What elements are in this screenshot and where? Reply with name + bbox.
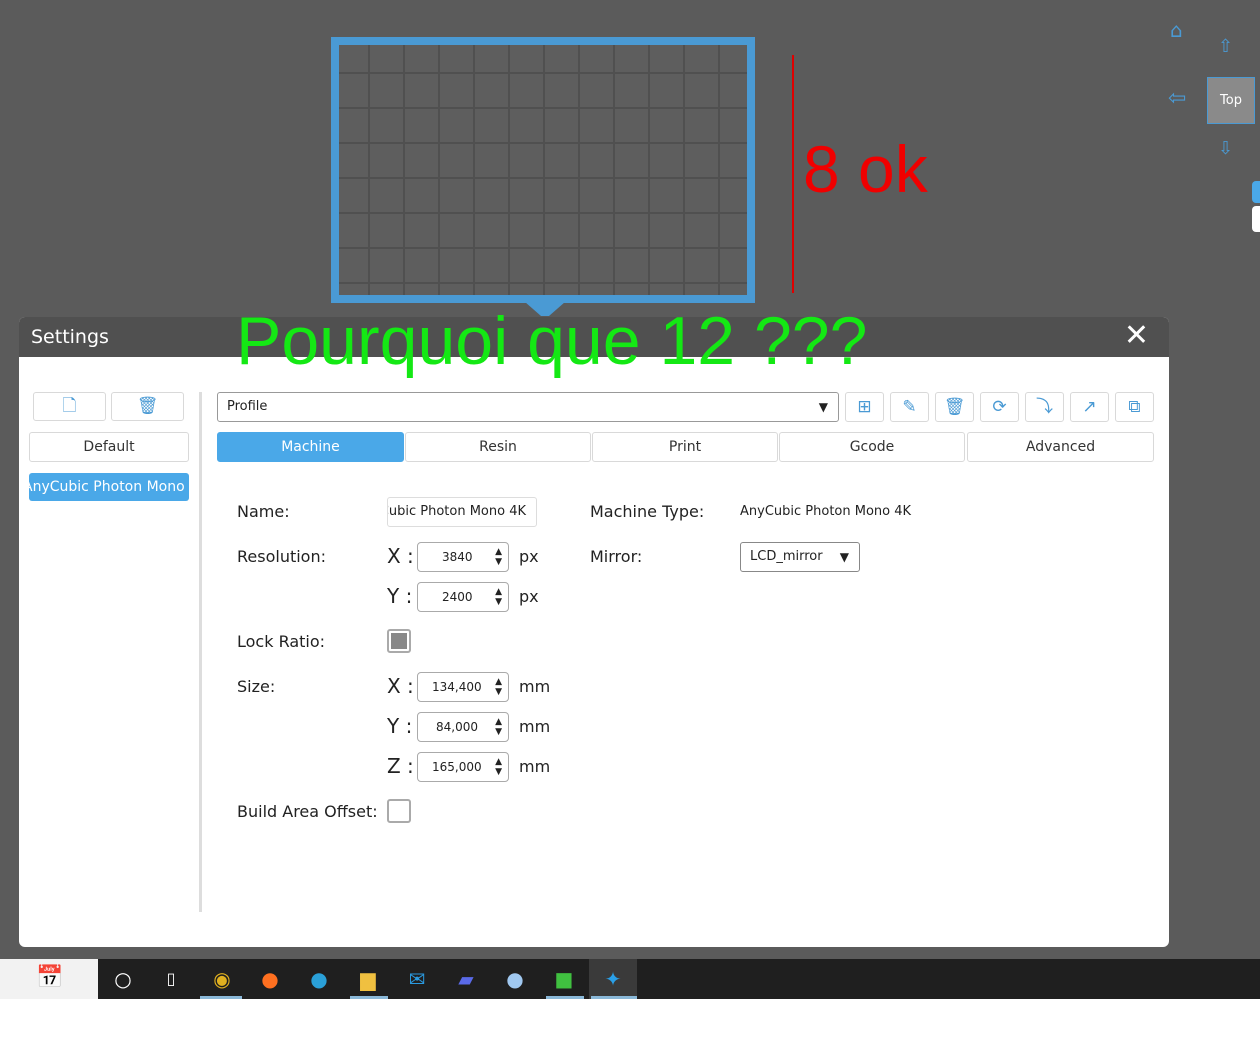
resolution-label: Resolution:: [237, 547, 326, 566]
resolution-y-spinbox[interactable]: 2400 ▲ ▼: [417, 582, 509, 612]
resolution-y-value: 2400: [442, 590, 473, 604]
view-down-arrow-icon[interactable]: ⇩: [1218, 138, 1233, 159]
size-z-spinbox[interactable]: 165,000 ▲ ▼: [417, 752, 509, 782]
side-toggle-button[interactable]: [1252, 181, 1260, 203]
tab-print[interactable]: Print: [592, 432, 778, 462]
size-y-spinbox[interactable]: 84,000 ▲ ▼: [417, 712, 509, 742]
delete-profile-button[interactable]: 🗑: [111, 392, 184, 421]
spin-arrows-icon[interactable]: ▲ ▼: [495, 547, 502, 567]
view-up-arrow-icon[interactable]: ⇧: [1218, 36, 1233, 57]
machine-type-label: Machine Type:: [590, 502, 705, 521]
task-view-icon[interactable]: ▯: [147, 959, 195, 999]
new-button[interactable]: ⊞: [845, 392, 884, 422]
unit-mm: mm: [519, 717, 551, 736]
mirror-select[interactable]: LCD_mirror ▼: [740, 542, 860, 572]
settings-dialog: Settings ✕ 🗋 🗑 Default AnyCubic Photon M…: [19, 317, 1169, 947]
spin-arrows-icon[interactable]: ▲ ▼: [495, 587, 502, 607]
red-annotation-line: [792, 55, 794, 293]
lock-ratio-label: Lock Ratio:: [237, 632, 326, 651]
spin-arrows-icon[interactable]: ▲ ▼: [495, 757, 502, 777]
firefox-icon[interactable]: ●: [246, 959, 294, 999]
thunderbird-icon[interactable]: ●: [491, 959, 539, 999]
build-plate: [331, 37, 755, 303]
edit-pencil-icon[interactable]: ✎: [890, 392, 929, 422]
chrome-icon[interactable]: ◉: [198, 959, 246, 999]
unit-px: px: [519, 547, 539, 566]
slicer-app-icon[interactable]: ✦: [589, 959, 637, 999]
tab-resin[interactable]: Resin: [405, 432, 591, 462]
file-explorer-icon[interactable]: ▆: [344, 959, 392, 999]
weather-calendar-icon: 📅: [36, 965, 64, 990]
tab-gcode[interactable]: Gcode: [779, 432, 965, 462]
chevron-down-icon: ▼: [818, 400, 828, 414]
unit-px: px: [519, 587, 539, 606]
edge-icon[interactable]: ●: [295, 959, 343, 999]
tab-advanced[interactable]: Advanced: [967, 432, 1154, 462]
default-button[interactable]: Default: [29, 432, 189, 462]
import-icon[interactable]: ⤵: [1025, 392, 1064, 422]
export-icon[interactable]: ↗: [1070, 392, 1109, 422]
spin-arrows-icon[interactable]: ▲ ▼: [495, 677, 502, 697]
export-all-icon[interactable]: ⧉: [1115, 392, 1154, 422]
build-area-offset-checkbox[interactable]: [387, 799, 411, 823]
side-toggle-button[interactable]: [1252, 206, 1260, 232]
size-z-value: 165,000: [432, 760, 482, 774]
name-label: Name:: [237, 502, 290, 521]
size-x-spinbox[interactable]: 134,400 ▲ ▼: [417, 672, 509, 702]
size-y-value: 84,000: [436, 720, 478, 734]
spin-arrows-icon[interactable]: ▲ ▼: [495, 717, 502, 737]
mirror-label: Mirror:: [590, 547, 643, 566]
profile-select[interactable]: Profile ▼: [217, 392, 839, 422]
refresh-icon[interactable]: ⟳: [980, 392, 1019, 422]
add-profile-button[interactable]: 🗋: [33, 392, 106, 421]
home-view-icon[interactable]: ⌂: [1170, 18, 1183, 42]
add-file-icon: 🗋: [62, 396, 77, 416]
mail-icon[interactable]: ✉: [393, 959, 441, 999]
name-input[interactable]: AnyCubic Photon Mono 4K: [387, 497, 537, 527]
profile-select-value: Profile: [227, 399, 268, 414]
axis-x-label: X :: [387, 674, 414, 698]
close-icon[interactable]: ✕: [1124, 317, 1149, 355]
green-annotation: Pourquoi que 12 ???: [236, 303, 868, 379]
view-left-arrow-icon[interactable]: ⇦: [1168, 86, 1186, 111]
resolution-x-spinbox[interactable]: 3840 ▲ ▼: [417, 542, 509, 572]
unit-mm: mm: [519, 677, 551, 696]
app-icon[interactable]: ▰: [442, 959, 490, 999]
build-area-offset-label: Build Area Offset:: [237, 802, 378, 821]
top-view-button[interactable]: Top: [1207, 77, 1255, 124]
unit-mm: mm: [519, 757, 551, 776]
tab-machine[interactable]: Machine: [217, 432, 404, 462]
checked-indicator: [391, 633, 407, 649]
axis-z-label: Z :: [387, 754, 414, 778]
trash-icon: 🗑: [136, 396, 159, 416]
divider: [199, 392, 202, 912]
axis-x-label: X :: [387, 544, 414, 568]
profile-list-item[interactable]: AnyCubic Photon Mono 4K: [29, 473, 189, 501]
widgets-button[interactable]: 📅: [0, 959, 98, 999]
lock-ratio-checkbox[interactable]: [387, 629, 411, 653]
machine-type-value: AnyCubic Photon Mono 4K: [740, 504, 912, 519]
size-x-value: 134,400: [432, 680, 482, 694]
resolution-x-value: 3840: [442, 550, 473, 564]
color-app-icon[interactable]: ■: [540, 959, 588, 999]
axis-y-label: Y :: [387, 584, 413, 608]
trash-icon[interactable]: 🗑: [935, 392, 974, 422]
mirror-value: LCD_mirror: [750, 549, 823, 564]
axis-y-label: Y :: [387, 714, 413, 738]
red-annotation: 8 ok: [803, 132, 928, 206]
size-label: Size:: [237, 677, 276, 696]
search-circle-icon[interactable]: ○: [99, 959, 147, 999]
taskbar: 📅 ○ ▯ ◉ ● ● ▆ ✉ ▰ ● ■ ✦: [0, 959, 1260, 999]
chevron-down-icon: ▼: [839, 550, 849, 564]
